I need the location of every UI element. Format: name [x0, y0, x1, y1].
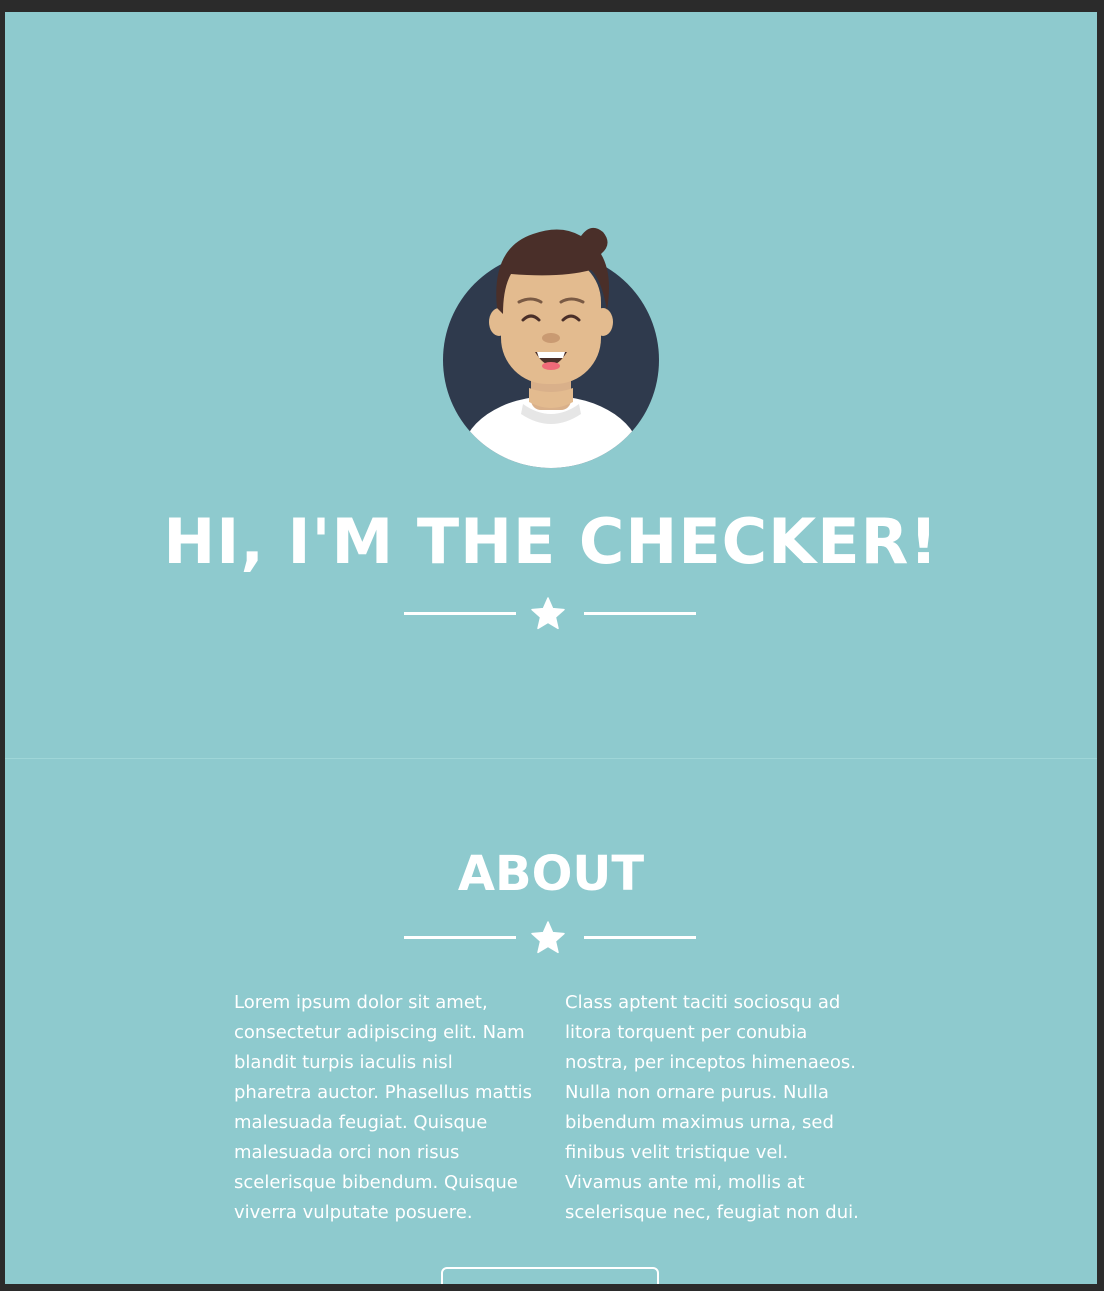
hero-star-divider	[404, 596, 696, 632]
star-icon	[531, 921, 565, 954]
about-star-divider	[404, 920, 696, 956]
star-icon	[531, 597, 565, 630]
avatar	[443, 227, 659, 468]
hero-title: HI, I'M THE CHECKER!	[163, 505, 939, 578]
divider-line-left	[404, 936, 516, 939]
section-separator	[5, 758, 1097, 759]
about-text-left: Lorem ipsum dolor sit amet, consectetur …	[234, 992, 533, 1223]
divider-line-right	[584, 936, 696, 939]
hero-section: HI, I'M THE CHECKER!	[5, 12, 1097, 758]
about-action-button[interactable]	[441, 1267, 659, 1284]
about-text-right: Class aptent taciti sociosqu ad litora t…	[565, 992, 859, 1223]
about-title: ABOUT	[457, 846, 645, 902]
divider-line-right	[584, 612, 696, 615]
divider-line-left	[404, 612, 516, 615]
page-frame: HI, I'M THE CHECKER! ABOUT Lorem ipsum d…	[5, 12, 1097, 1284]
